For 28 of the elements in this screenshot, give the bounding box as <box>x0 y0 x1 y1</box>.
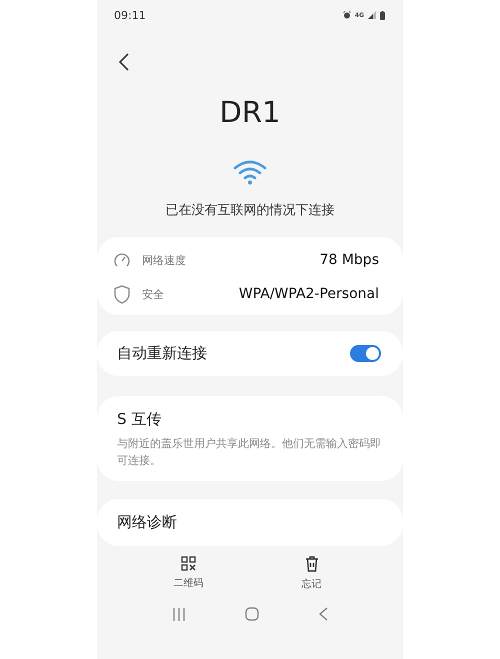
battery-icon <box>380 10 385 20</box>
signal-icon <box>368 11 376 19</box>
diagnostics-card[interactable]: 网络诊断 <box>97 499 403 546</box>
share-card[interactable]: S 互传 与附近的盖乐世用户共享此网络。他们无需输入密码即可连接。 <box>97 396 403 481</box>
detail-label: 网络速度 <box>142 252 187 268</box>
wifi-icon <box>233 159 267 185</box>
action-label[interactable]: 二维码 <box>174 576 204 590</box>
detail-label: 安全 <box>142 286 165 302</box>
auto-reconnect-label: 自动重新连接 <box>117 344 207 363</box>
diagnostics-label: 网络诊断 <box>117 513 177 532</box>
toggle-switch[interactable] <box>350 345 381 362</box>
qr-code-icon[interactable] <box>181 556 196 571</box>
recent-apps-icon[interactable] <box>172 608 186 620</box>
trash-icon[interactable] <box>304 556 318 572</box>
home-icon[interactable] <box>245 607 260 621</box>
detail-value: WPA/WPA2-Personal <box>238 286 379 302</box>
share-title: S 互传 <box>117 410 162 429</box>
back-icon[interactable] <box>119 53 129 71</box>
network-name: DR1 <box>218 95 282 129</box>
speedometer-icon <box>113 252 131 268</box>
status-time: 09:11 <box>114 8 146 22</box>
alarm-icon <box>342 11 351 19</box>
action-label[interactable]: 忘记 <box>302 577 322 591</box>
back-nav-icon[interactable] <box>319 607 328 621</box>
detail-value: 78 Mbps <box>320 252 379 268</box>
share-description: 与附近的盖乐世用户共享此网络。他们无需输入密码即可连接。 <box>117 436 382 469</box>
connection-status: 已在没有互联网的情况下连接 <box>164 202 336 219</box>
shield-icon <box>113 284 131 304</box>
